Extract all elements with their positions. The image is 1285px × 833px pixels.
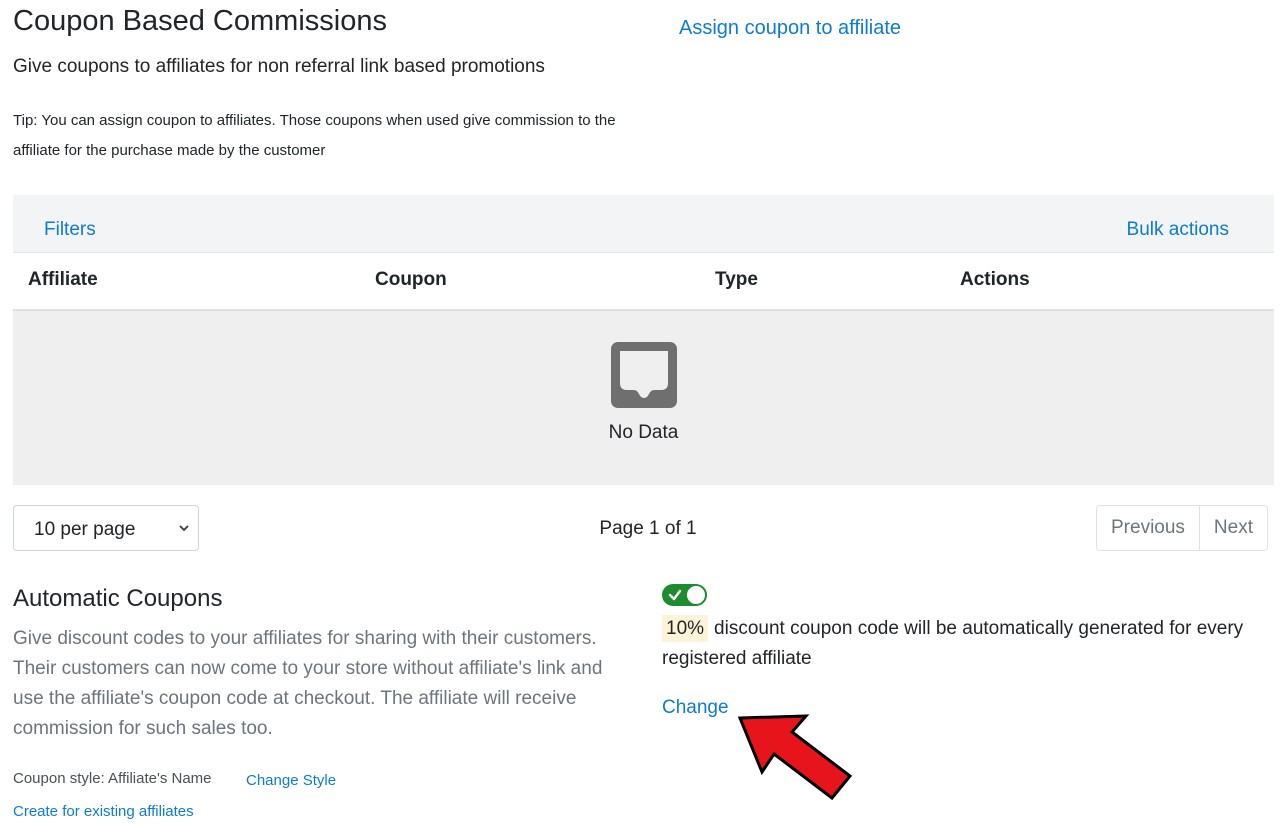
discount-percent-badge: 10% bbox=[662, 615, 709, 642]
coupon-style-label: Coupon style: Affiliate's Name bbox=[13, 770, 212, 787]
inbox-icon bbox=[611, 342, 677, 408]
column-header-coupon: Coupon bbox=[375, 269, 447, 290]
automatic-coupons-description: Give discount codes to your affiliates f… bbox=[13, 628, 603, 739]
no-data-text: No Data bbox=[608, 422, 679, 443]
tip-text: Tip: You can assign coupon to affiliates… bbox=[13, 112, 616, 159]
previous-button[interactable]: Previous bbox=[1097, 506, 1199, 550]
page-subtitle: Give coupons to affiliates for non refer… bbox=[13, 56, 545, 77]
coupons-table: Filters Bulk actions Affiliate Coupon Ty… bbox=[13, 195, 1274, 485]
next-button[interactable]: Next bbox=[1198, 506, 1267, 550]
filters-link[interactable]: Filters bbox=[44, 219, 96, 241]
discount-info: 10% discount coupon code will be automati… bbox=[662, 614, 1262, 674]
table-toolbar: Filters Bulk actions bbox=[13, 195, 1274, 253]
create-existing-affiliates-link[interactable]: Create for existing affiliates bbox=[13, 803, 194, 820]
table-header: Affiliate Coupon Type Actions bbox=[13, 253, 1274, 311]
change-discount-link[interactable]: Change bbox=[662, 697, 729, 719]
column-header-affiliate: Affiliate bbox=[28, 269, 98, 290]
automatic-coupons-toggle[interactable] bbox=[662, 584, 707, 606]
bulk-actions-link[interactable]: Bulk actions bbox=[1127, 219, 1229, 241]
assign-coupon-link[interactable]: Assign coupon to affiliate bbox=[679, 17, 901, 40]
coupon-commissions-page: Coupon Based Commissions Assign coupon t… bbox=[0, 0, 1285, 833]
column-header-actions: Actions bbox=[960, 269, 1030, 290]
annotation-arrow-icon bbox=[737, 714, 853, 801]
change-style-link[interactable]: Change Style bbox=[246, 772, 336, 789]
column-header-type: Type bbox=[715, 269, 758, 290]
toggle-knob bbox=[687, 586, 705, 604]
page-title: Coupon Based Commissions bbox=[13, 5, 387, 37]
empty-state: No Data bbox=[13, 311, 1274, 485]
pagination-controls: Previous Next bbox=[1096, 505, 1268, 551]
page-info: Page 1 of 1 bbox=[599, 518, 697, 539]
automatic-coupons-title: Automatic Coupons bbox=[13, 585, 223, 612]
discount-text: discount coupon code will be automatical… bbox=[662, 618, 1244, 669]
check-icon bbox=[668, 589, 682, 601]
